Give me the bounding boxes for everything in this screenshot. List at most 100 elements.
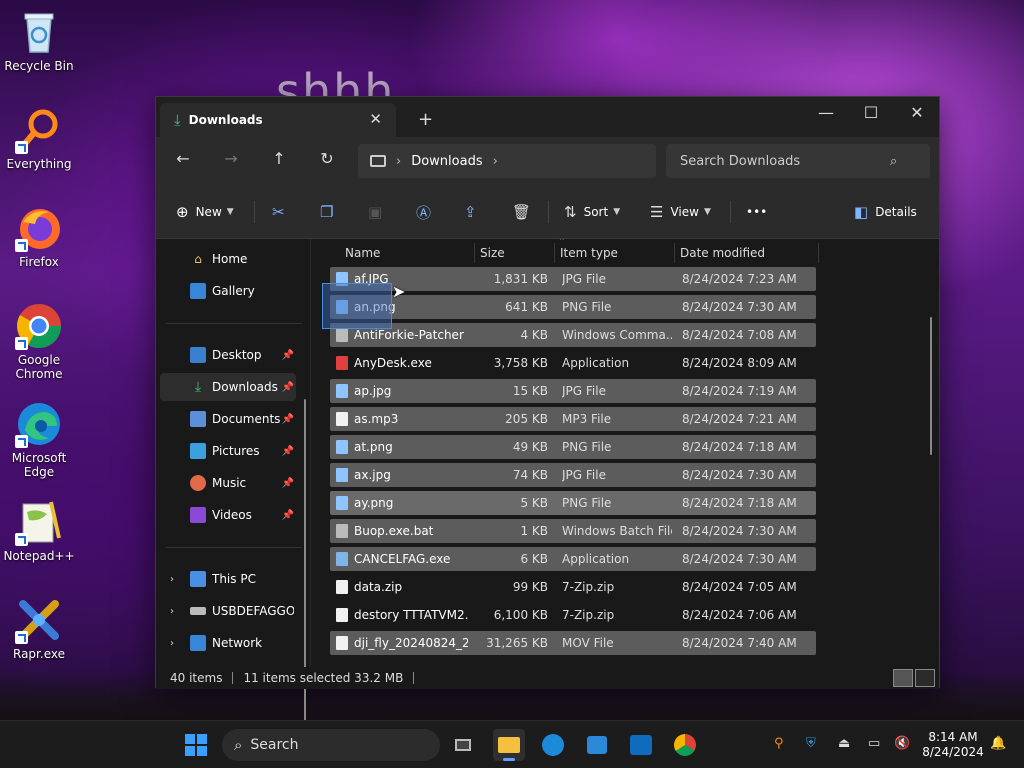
- pin-icon: 📌: [281, 349, 294, 361]
- desktop-icon-everything[interactable]: Everything: [1, 106, 77, 171]
- taskbar-file-explorer[interactable]: [493, 729, 525, 761]
- new-button[interactable]: ⊕ New ▼: [176, 201, 234, 223]
- nav-item-usb-drive[interactable]: › USBDEFAGGOT (: [160, 597, 296, 625]
- nav-item-this-pc[interactable]: › This PC: [160, 565, 296, 593]
- table-row[interactable]: Buop.exe.bat 1 KB Windows Batch File 8/2…: [330, 519, 816, 543]
- taskbar-chrome[interactable]: [669, 729, 701, 761]
- column-divider: [474, 243, 475, 263]
- desktop-icon-firefox[interactable]: Firefox: [1, 204, 77, 269]
- file-date: 8/24/2024 7:30 AM: [682, 300, 797, 314]
- defender-tray-icon[interactable]: ⛨: [806, 736, 816, 751]
- desktop-icon-label: Recycle Bin: [4, 59, 74, 73]
- copy-button[interactable]: ❐: [320, 201, 340, 223]
- back-button[interactable]: ←: [171, 149, 195, 168]
- close-button[interactable]: ✕: [905, 103, 929, 122]
- taskbar-store[interactable]: [581, 729, 613, 761]
- rename-button[interactable]: Ⓐ: [416, 201, 438, 223]
- table-row[interactable]: AntiForkie-Patcher ... 4 KB Windows Comm…: [330, 323, 816, 347]
- sort-button[interactable]: ⇅ Sort ▼: [564, 201, 620, 223]
- up-button[interactable]: ↑: [267, 149, 291, 168]
- taskbar-search[interactable]: ⌕ Search: [222, 729, 440, 761]
- file-size: 4 KB: [520, 328, 548, 342]
- table-row[interactable]: ay.png 5 KB PNG File 8/24/2024 7:18 AM: [330, 491, 816, 515]
- table-row[interactable]: as.mp3 205 KB MP3 File 8/24/2024 7:21 AM: [330, 407, 816, 431]
- minimize-button[interactable]: —: [814, 103, 838, 122]
- maximize-button[interactable]: ☐: [859, 103, 883, 122]
- file-size: 5 KB: [520, 496, 548, 510]
- item-count: 40 items: [170, 671, 223, 685]
- nav-item-pictures[interactable]: Pictures 📌: [160, 437, 296, 465]
- nav-item-downloads[interactable]: ⤓ Downloads 📌: [160, 373, 296, 401]
- table-row[interactable]: CANCELFAG.exe 6 KB Application 8/24/2024…: [330, 547, 816, 571]
- address-bar[interactable]: › Downloads ›: [358, 144, 656, 178]
- table-row[interactable]: ax.jpg 74 KB JPG File 8/24/2024 7:30 AM: [330, 463, 816, 487]
- search-input[interactable]: [680, 153, 890, 169]
- nav-item-gallery[interactable]: Gallery: [160, 277, 296, 305]
- column-name[interactable]: Name: [345, 246, 380, 260]
- file-list-scrollbar[interactable]: [930, 317, 932, 455]
- anydesk-icon: [336, 356, 348, 370]
- nav-item-videos[interactable]: Videos 📌: [160, 501, 296, 529]
- column-item-type[interactable]: Item type: [560, 246, 618, 260]
- view-toggle: [891, 669, 935, 687]
- table-row[interactable]: dji_fly_20240824_20... 31,265 KB MOV Fil…: [330, 631, 816, 655]
- tab-downloads[interactable]: ⤓ Downloads ✕: [160, 103, 396, 137]
- notification-bell-icon[interactable]: 🔔: [990, 736, 1006, 751]
- chevron-right-icon: ›: [492, 153, 498, 169]
- taskbar-edge[interactable]: [537, 729, 569, 761]
- file-type: JPG File: [562, 384, 606, 398]
- desktop-icon-microsoft-edge[interactable]: Microsoft Edge: [1, 400, 77, 479]
- script-file-icon: [336, 328, 348, 342]
- chevron-right-icon: ›: [396, 153, 402, 169]
- nav-item-music[interactable]: Music 📌: [160, 469, 296, 497]
- breadcrumb-downloads[interactable]: Downloads: [411, 154, 482, 169]
- table-row[interactable]: AnyDesk.exe 3,758 KB Application 8/24/20…: [330, 351, 816, 375]
- nav-item-home[interactable]: ⌂ Home: [160, 245, 296, 273]
- new-tab-button[interactable]: +: [418, 109, 433, 130]
- volume-muted-icon[interactable]: 🔇: [894, 736, 910, 751]
- clock[interactable]: 8:14 AM 8/24/2024: [920, 730, 986, 760]
- table-row[interactable]: at.png 49 KB PNG File 8/24/2024 7:18 AM: [330, 435, 816, 459]
- taskbar: ⌕ Search ⚲ ⛨ ⏏ ▭ 🔇 8:14 AM 8/24/2024 🔔: [0, 720, 1024, 768]
- desktop-icon-recycle-bin[interactable]: Recycle Bin: [1, 8, 77, 73]
- details-view-button[interactable]: [893, 669, 913, 687]
- details-pane-button[interactable]: ◧ Details: [854, 201, 917, 223]
- tiles-view-button[interactable]: [915, 669, 935, 687]
- column-size[interactable]: Size: [480, 246, 505, 260]
- navigation-pane: ⌂ Home Gallery Desktop 📌 ⤓ Downloads 📌 D…: [156, 239, 311, 759]
- nav-item-network[interactable]: › Network: [160, 629, 296, 657]
- table-row[interactable]: data.zip 99 KB 7-Zip.zip 8/24/2024 7:05 …: [330, 575, 816, 599]
- nav-scrollbar[interactable]: [304, 399, 306, 759]
- everything-tray-icon[interactable]: ⚲: [774, 736, 784, 751]
- file-size: 15 KB: [512, 384, 548, 398]
- tab-close-icon[interactable]: ✕: [369, 110, 382, 128]
- file-size: 74 KB: [512, 468, 548, 482]
- table-row[interactable]: destory TTTATVM2... 6,100 KB 7-Zip.zip 8…: [330, 603, 816, 627]
- table-row[interactable]: ap.jpg 15 KB JPG File 8/24/2024 7:19 AM: [330, 379, 816, 403]
- cut-button[interactable]: ✂: [272, 201, 292, 223]
- start-button[interactable]: [185, 734, 207, 756]
- task-view-button[interactable]: [449, 729, 481, 761]
- status-divider: [232, 672, 234, 684]
- paste-icon: ▣: [368, 203, 383, 221]
- paste-button[interactable]: ▣: [368, 201, 389, 223]
- column-date-modified[interactable]: Date modified: [680, 246, 765, 260]
- nav-item-desktop[interactable]: Desktop 📌: [160, 341, 296, 369]
- forward-button[interactable]: →: [219, 149, 243, 168]
- desktop-icon-google-chrome[interactable]: Google Chrome: [1, 302, 77, 381]
- file-size: 3,758 KB: [493, 356, 548, 370]
- file-date: 8/24/2024 7:30 AM: [682, 524, 797, 538]
- refresh-button[interactable]: ↻: [315, 149, 339, 168]
- nav-item-documents[interactable]: Documents 📌: [160, 405, 296, 433]
- desktop-icon-rapr[interactable]: Rapr.exe: [1, 596, 77, 661]
- desktop-icon-notepad-plus-plus[interactable]: Notepad++: [1, 498, 77, 563]
- taskbar-outlook[interactable]: [625, 729, 657, 761]
- delete-button[interactable]: 🗑: [512, 201, 538, 223]
- command-bar: ⊕ New ▼ ✂ ❐ ▣ Ⓐ ⇪ 🗑 ⇅ Sort ▼ ☰ View ▼ ••…: [156, 185, 939, 239]
- more-options-button[interactable]: •••: [746, 201, 767, 223]
- share-button[interactable]: ⇪: [464, 201, 484, 223]
- view-button[interactable]: ☰ View ▼: [650, 201, 711, 223]
- usb-tray-icon[interactable]: ⏏: [838, 736, 850, 751]
- taskbar-search-label: Search: [250, 737, 299, 753]
- network-tray-icon[interactable]: ▭: [868, 736, 880, 751]
